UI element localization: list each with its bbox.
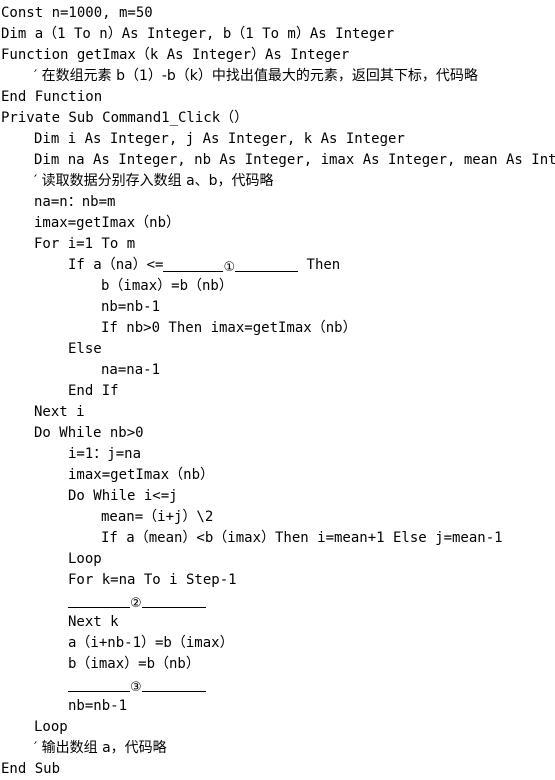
code-text: Else <box>68 341 102 357</box>
code-text: nb=nb-1 <box>68 698 128 714</box>
code-line: Do While i<=j <box>1 486 555 507</box>
code-text: For i=1 To m <box>34 236 136 252</box>
code-text: b（imax）=b（nb） <box>101 278 233 294</box>
code-line: Loop <box>1 717 555 738</box>
code-line: mean=（i+j）\2 <box>1 507 555 528</box>
code-text: Const n=1000, m=50 <box>1 5 153 21</box>
code-text: End If <box>68 383 119 399</box>
code-line: nb=nb-1 <box>1 297 555 318</box>
blank-number-1: ① <box>223 260 236 275</box>
code-line: nb=nb-1 <box>1 696 555 717</box>
code-text: mean=（i+j）\2 <box>101 509 214 525</box>
code-listing: Const n=1000, m=50 Dim a（1 To n）As Integ… <box>0 0 555 780</box>
code-text: na=na-1 <box>101 362 161 378</box>
fill-in-blank-3[interactable]: ③ <box>68 675 206 696</box>
blank-rule-left <box>163 258 224 272</box>
code-text: imax=getImax（nb） <box>68 467 215 483</box>
code-line: Dim na As Integer, nb As Integer, imax A… <box>1 150 555 171</box>
fill-in-blank-2[interactable]: ② <box>68 591 206 612</box>
code-text: Loop <box>34 719 68 735</box>
code-line-blank-3: ③ <box>1 675 555 696</box>
code-line: Next k <box>1 612 555 633</box>
code-text: a（i+nb-1）=b（imax） <box>68 635 234 651</box>
code-comment-line: ′ 输出数组 a，代码略 <box>1 738 555 759</box>
code-line: Do While nb>0 <box>1 423 555 444</box>
blank-number-2: ② <box>130 596 142 611</box>
code-line: Dim i As Integer, j As Integer, k As Int… <box>1 129 555 150</box>
comment-text: ′ 读取数据分别存入数组 a、b，代码略 <box>34 173 274 189</box>
code-line: imax=getImax（nb） <box>1 465 555 486</box>
code-text: Private Sub Command1_Click（） <box>1 110 249 126</box>
code-text: imax=getImax（nb） <box>34 215 181 231</box>
code-line: If nb>0 Then imax=getImax（nb） <box>1 318 555 339</box>
blank-rule-right <box>141 594 206 608</box>
code-text: Do While i<=j <box>68 488 178 504</box>
code-line: na=n：nb=m <box>1 192 555 213</box>
code-line: Const n=1000, m=50 <box>1 3 555 24</box>
code-line: End Sub <box>1 759 555 780</box>
comment-text: ′ 在数组元素 b（1）-b（k）中找出值最大的元素，返回其下标，代码略 <box>34 68 478 84</box>
code-line: imax=getImax（nb） <box>1 213 555 234</box>
blank-rule-left <box>68 678 130 692</box>
code-text: nb=nb-1 <box>101 299 161 315</box>
blank-rule-right <box>235 258 299 272</box>
code-text: Function getImax（k As Integer）As Integer <box>1 47 350 63</box>
code-line: na=na-1 <box>1 360 555 381</box>
code-text: Loop <box>68 551 102 567</box>
code-line: Loop <box>1 549 555 570</box>
blank-rule-left <box>68 594 130 608</box>
fill-in-blank-1[interactable]: ① <box>163 255 299 276</box>
code-line: Function getImax（k As Integer）As Integer <box>1 45 555 66</box>
code-line: Else <box>1 339 555 360</box>
code-text: End Function <box>1 89 103 105</box>
code-line: Private Sub Command1_Click（） <box>1 108 555 129</box>
code-line: b（imax）=b（nb） <box>1 276 555 297</box>
code-text: If a（na）<= <box>68 257 164 273</box>
code-text: Dim a（1 To n）As Integer, b（1 To m）As Int… <box>1 26 395 42</box>
code-text-after: Then <box>298 257 341 273</box>
code-text: na=n：nb=m <box>34 194 116 210</box>
code-text: Dim na As Integer, nb As Integer, imax A… <box>34 152 555 168</box>
blank-number-3: ③ <box>130 680 142 695</box>
code-comment-line: ′ 在数组元素 b（1）-b（k）中找出值最大的元素，返回其下标，代码略 <box>1 66 555 87</box>
code-text: Next i <box>34 404 85 420</box>
code-line: For k=na To i Step-1 <box>1 570 555 591</box>
code-text: Do While nb>0 <box>34 425 144 441</box>
code-line: b（imax）=b（nb） <box>1 654 555 675</box>
code-text: If nb>0 Then imax=getImax（nb） <box>101 320 357 336</box>
code-line: End If <box>1 381 555 402</box>
code-line: a（i+nb-1）=b（imax） <box>1 633 555 654</box>
code-line-blank-1: If a（na）<= ① Then <box>1 255 555 276</box>
code-line-blank-2: ② <box>1 591 555 612</box>
code-line: Next i <box>1 402 555 423</box>
code-text: For k=na To i Step-1 <box>68 572 237 588</box>
blank-rule-right <box>141 678 206 692</box>
code-text: Dim i As Integer, j As Integer, k As Int… <box>34 131 405 147</box>
code-line: Dim a（1 To n）As Integer, b（1 To m）As Int… <box>1 24 555 45</box>
code-line: If a（mean）<b（imax）Then i=mean+1 Else j=m… <box>1 528 555 549</box>
code-comment-line: ′ 读取数据分别存入数组 a、b，代码略 <box>1 171 555 192</box>
code-line: End Function <box>1 87 555 108</box>
code-text: End Sub <box>1 761 61 777</box>
code-line: For i=1 To m <box>1 234 555 255</box>
comment-text: ′ 输出数组 a，代码略 <box>34 740 167 756</box>
code-line: i=1：j=na <box>1 444 555 465</box>
code-text: b（imax）=b（nb） <box>68 656 200 672</box>
code-text: Next k <box>68 614 119 630</box>
code-text: i=1：j=na <box>68 446 142 462</box>
code-text: If a（mean）<b（imax）Then i=mean+1 Else j=m… <box>101 530 503 546</box>
